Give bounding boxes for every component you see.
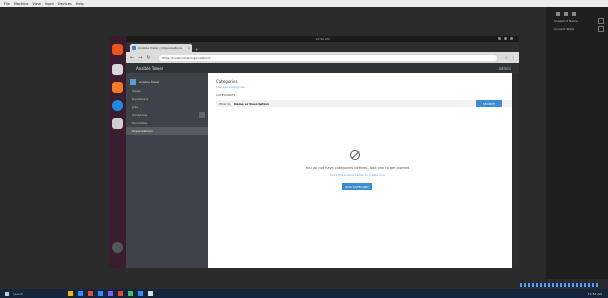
- sidebar-item-organizations[interactable]: Organizations: [126, 127, 208, 135]
- app-icon[interactable]: [148, 291, 153, 296]
- breadcrumb[interactable]: Manage Categories: [216, 85, 245, 89]
- right-panel-row[interactable]: Snapshot Name: [554, 18, 604, 24]
- logo-icon: [130, 79, 136, 85]
- right-panel-toolbar: [556, 12, 608, 16]
- empty-state-message: You do not have categories defined. Add …: [305, 166, 411, 170]
- minimize-icon[interactable]: [498, 37, 501, 40]
- menu-help[interactable]: Help: [76, 2, 84, 6]
- sidebar-item-label: Organizations: [132, 129, 153, 133]
- taskbar: Search 10:56 AM: [0, 289, 608, 298]
- ubuntu-icon[interactable]: [112, 44, 123, 55]
- app-icon[interactable]: [98, 291, 103, 296]
- add-category-button[interactable]: ADD CATEGORY: [342, 183, 372, 190]
- panel-icon[interactable]: [572, 12, 576, 16]
- menu-view[interactable]: View: [33, 2, 41, 6]
- right-panel-row[interactable]: Current State: [554, 26, 604, 32]
- sidebar-item-jobs[interactable]: Jobs: [126, 103, 208, 111]
- filter-prefix: Filter by: [219, 101, 232, 106]
- window-controls: [495, 37, 513, 40]
- url-bar: ← → ↻ https://localhost/#/organizations …: [126, 52, 519, 63]
- checkbox[interactable]: [598, 26, 604, 32]
- filter-bar[interactable]: Filter by Name or Description: [216, 100, 512, 107]
- settings-icon[interactable]: [112, 118, 123, 129]
- browser-icon[interactable]: [112, 100, 123, 111]
- address-text: https://localhost/#/organizations: [161, 55, 211, 60]
- filter-value: Name or Description: [234, 101, 269, 106]
- forward-icon[interactable]: →: [138, 55, 142, 61]
- sidebar-item-dashboard[interactable]: Dashboard: [126, 95, 208, 103]
- files-icon[interactable]: [112, 64, 123, 75]
- clock: 10:56 AM: [315, 37, 330, 41]
- menu-icon[interactable]: ⋮: [511, 55, 515, 60]
- page-title: Categories: [216, 79, 238, 84]
- start-icon[interactable]: [5, 291, 9, 296]
- empty-state-subtext: Click the button below to create one.: [330, 173, 386, 177]
- back-icon[interactable]: ←: [130, 55, 134, 61]
- tab-close-icon[interactable]: ×: [187, 46, 190, 50]
- favicon-icon: [132, 46, 136, 50]
- sidebar: Ansible Tower Views Dashboard Jobs Sched…: [126, 73, 208, 268]
- panel-icon[interactable]: [556, 12, 560, 16]
- right-panel-row-label: Current State: [554, 27, 575, 31]
- vm-window: 10:56 AM Ansible Tower | Organizations ×…: [126, 36, 519, 268]
- sidebar-title: Ansible Tower: [139, 80, 160, 84]
- menu-file[interactable]: File: [4, 2, 10, 6]
- sidebar-header: Ansible Tower: [130, 77, 208, 87]
- tray-strip: [520, 283, 600, 287]
- user-menu[interactable]: admin: [498, 66, 511, 71]
- panel-icon[interactable]: [564, 12, 568, 16]
- address-input[interactable]: https://localhost/#/organizations: [158, 54, 498, 61]
- checkbox[interactable]: [598, 18, 604, 24]
- app-icon[interactable]: [108, 291, 113, 296]
- software-icon[interactable]: [112, 82, 123, 93]
- app-icon[interactable]: [88, 291, 93, 296]
- launcher: [109, 36, 126, 268]
- vm-titlebar: 10:56 AM: [126, 36, 519, 42]
- tab-bar: Ansible Tower | Organizations × +: [126, 42, 519, 52]
- browser-tab[interactable]: Ansible Tower | Organizations ×: [130, 44, 192, 52]
- sidebar-item-label: Jobs: [132, 105, 139, 109]
- sidebar-item-templates[interactable]: Templates: [126, 119, 208, 127]
- tray-clock[interactable]: 10:56 AM: [588, 292, 602, 296]
- sidebar-item-views[interactable]: Views: [126, 87, 208, 95]
- section-label: CATEGORIES: [216, 93, 236, 97]
- reload-icon[interactable]: ↻: [146, 55, 150, 61]
- apps-grid-icon[interactable]: [112, 242, 123, 253]
- app-header: Ansible Tower admin: [126, 63, 519, 73]
- app-icon[interactable]: [118, 291, 123, 296]
- app-name: Ansible Tower: [136, 65, 164, 71]
- menu-devices[interactable]: Devices: [58, 2, 72, 6]
- app-icon[interactable]: [138, 291, 143, 296]
- right-panel: Snapshot Name Current State: [546, 7, 608, 279]
- explorer-icon[interactable]: [68, 291, 73, 296]
- menu-input[interactable]: Input: [45, 2, 54, 6]
- maximize-icon[interactable]: [504, 37, 507, 40]
- sidebar-item-label: Templates: [132, 121, 148, 125]
- edge-icon[interactable]: [78, 291, 83, 296]
- sidebar-item-schedules[interactable]: Schedules: [126, 111, 208, 119]
- menu-machine[interactable]: Machine: [14, 2, 29, 6]
- taskbar-search[interactable]: Search: [13, 292, 63, 296]
- app-icon[interactable]: [128, 291, 133, 296]
- bookmark-icon[interactable]: ☆: [504, 55, 508, 60]
- expand-icon[interactable]: [199, 112, 205, 118]
- sidebar-item-label: Views: [132, 89, 141, 93]
- new-tab-button[interactable]: +: [195, 47, 198, 52]
- search-button[interactable]: SEARCH: [476, 100, 502, 107]
- sidebar-item-label: Dashboard: [132, 97, 149, 101]
- host-menubar: File Machine View Input Devices Help: [0, 0, 608, 7]
- sidebar-item-label: Schedules: [132, 113, 148, 117]
- main-content: Categories Manage Categories CATEGORIES …: [208, 73, 512, 268]
- app-body: Ansible Tower Views Dashboard Jobs Sched…: [126, 73, 519, 268]
- empty-state-icon: [350, 150, 360, 160]
- right-panel-row-label: Snapshot Name: [554, 19, 578, 23]
- tab-title: Ansible Tower | Organizations: [138, 46, 183, 50]
- close-icon[interactable]: [510, 37, 513, 40]
